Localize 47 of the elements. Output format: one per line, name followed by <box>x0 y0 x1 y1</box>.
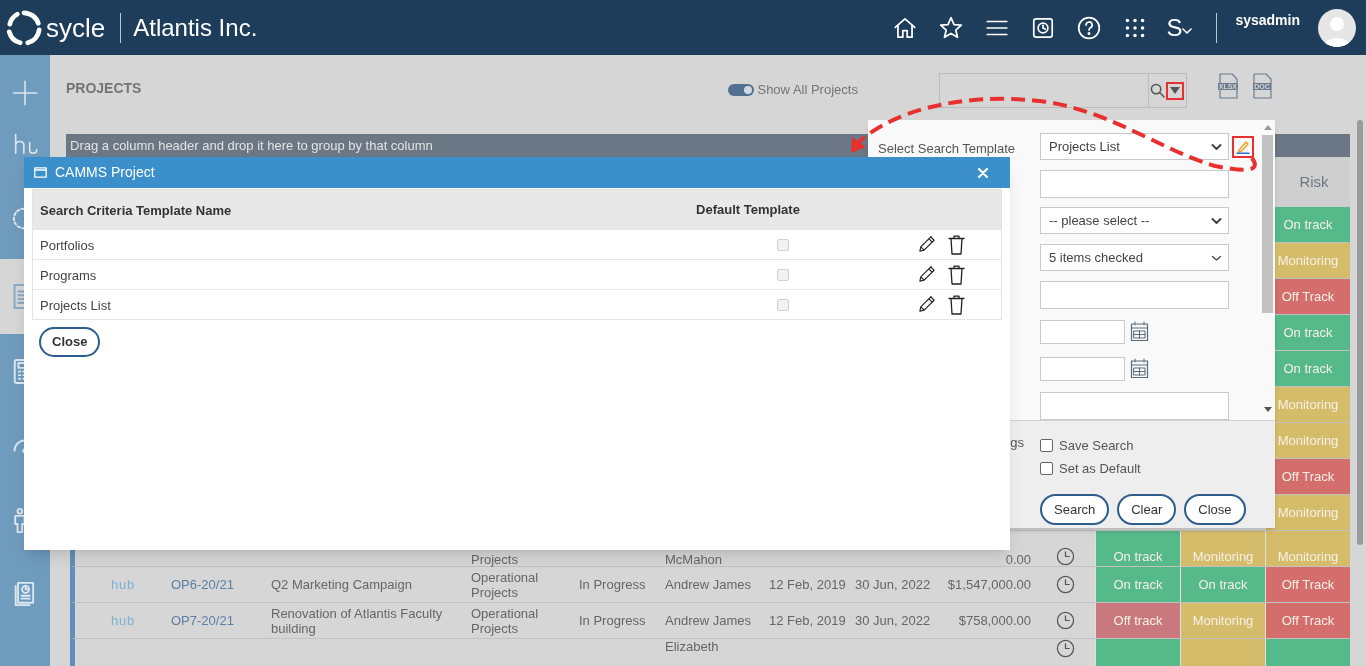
table-cell: In Progress <box>579 577 646 592</box>
status-cell: Off Track <box>1265 603 1350 638</box>
table-cell: 12 Feb, 2019 <box>769 577 846 592</box>
status-cell: On track <box>1180 567 1265 602</box>
table-cell: Andrew James <box>665 577 751 592</box>
table-cell: 12 Feb, 2019 <box>769 613 846 628</box>
table-cell: $758,000.00 <box>958 613 1031 628</box>
status-cell: Off Track <box>1265 567 1350 602</box>
table-cell-text: Operational Projects <box>471 605 540 636</box>
brand-name: sycle <box>46 14 106 41</box>
company-name: Atlantis Inc. <box>133 15 258 40</box>
field-label: gs <box>1010 434 1024 452</box>
table-cell: McMahon <box>665 553 723 566</box>
table-cell: Elizabeth <box>665 639 719 654</box>
status-cell: Monitoring <box>1180 603 1265 638</box>
table-cell: In Progress <box>579 613 646 628</box>
program-logo: hub <box>110 613 136 628</box>
checkbox-label: Save Search <box>1059 436 1134 455</box>
toggle-label: Show All Projects <box>757 81 858 99</box>
table-cell: Projects List <box>40 297 111 313</box>
column-header: Default Template <box>696 200 800 219</box>
field-label: Select Search Template <box>878 141 1016 156</box>
group-hint: Drag a column header and drop it here to group by that column <box>70 136 433 155</box>
table-cell: Projects <box>471 553 518 566</box>
username: sysadmin <box>1235 11 1300 30</box>
table-cell: $1,547,000.00 <box>947 577 1031 592</box>
dialog-title: CAMMS Project <box>55 163 155 182</box>
status-cell: On track <box>1095 531 1180 566</box>
table-cell: Andrew James <box>665 613 751 628</box>
table-cell: 0.00 <box>1005 553 1031 566</box>
column-header: Search Criteria Template Name <box>40 202 232 218</box>
table-cell: OP7-20/21 <box>171 613 234 628</box>
status-cell: Monitoring <box>1265 531 1350 566</box>
status-cell: Off track <box>1095 603 1180 638</box>
table-cell: Programs <box>40 267 97 283</box>
checkbox-label: Set as Default <box>1059 459 1141 478</box>
status-cell: Monitoring <box>1180 531 1265 566</box>
page-title: PROJECTS <box>66 79 142 98</box>
table-cell: 30 Jun, 2022 <box>855 613 931 628</box>
table-cell-text: Operational Projects <box>471 569 540 600</box>
program-logo: hub <box>110 577 136 592</box>
status-cell: On track <box>1095 567 1180 602</box>
table-cell: 30 Jun, 2022 <box>855 577 931 592</box>
table-cell-text: Renovation of Atlantis Faculty building <box>271 605 444 636</box>
table-cell: Q2 Marketing Campaign <box>271 577 412 592</box>
table-cell: OP6-20/21 <box>171 577 234 592</box>
table-cell: Portfolios <box>40 237 95 253</box>
